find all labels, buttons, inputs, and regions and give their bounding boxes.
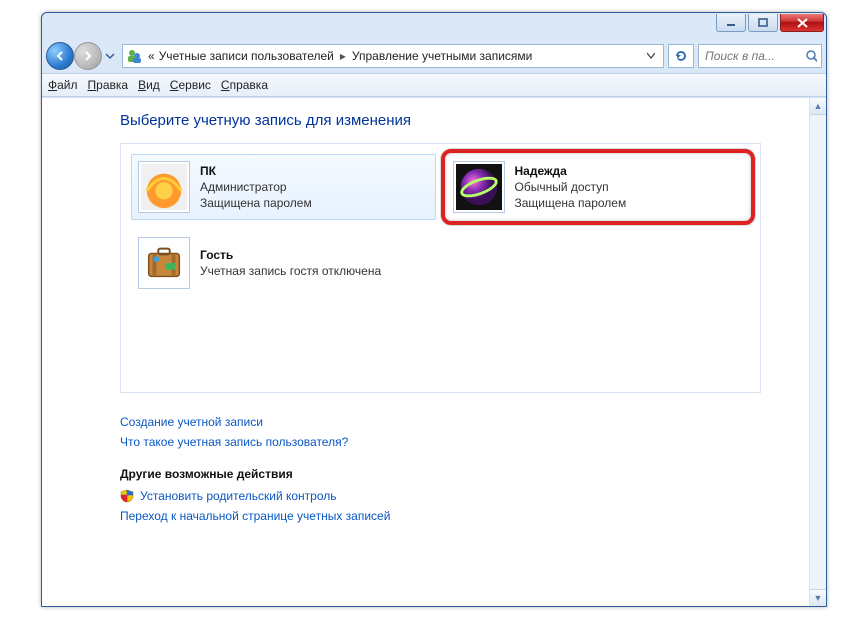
account-role: Администратор bbox=[200, 179, 312, 195]
other-actions-heading: Другие возможные действия bbox=[120, 467, 761, 481]
suitcase-icon bbox=[141, 240, 187, 286]
breadcrumb-seg-2[interactable]: Управление учетными записями bbox=[350, 49, 534, 63]
menu-edit[interactable]: Правка bbox=[88, 78, 129, 92]
scroll-track[interactable] bbox=[810, 115, 826, 589]
search-input[interactable] bbox=[703, 48, 805, 64]
titlebar bbox=[42, 13, 826, 39]
account-item-nadezhda[interactable]: Надежда Обычный доступ Защищена паролем bbox=[446, 154, 751, 220]
link-parental-control[interactable]: Установить родительский контроль bbox=[140, 489, 337, 503]
menu-bar: Файл Правка Вид Сервис Справка bbox=[42, 73, 826, 97]
breadcrumb-prefix: « bbox=[146, 49, 157, 63]
link-what-is-account[interactable]: Что такое учетная запись пользователя? bbox=[120, 435, 761, 449]
back-button[interactable] bbox=[46, 42, 74, 70]
nav-buttons bbox=[46, 42, 118, 70]
sphere-icon bbox=[456, 164, 502, 210]
avatar bbox=[453, 161, 505, 213]
vertical-scrollbar[interactable]: ▲ ▼ bbox=[809, 98, 826, 606]
users-icon bbox=[125, 47, 143, 65]
avatar bbox=[138, 161, 190, 213]
nav-history-dropdown[interactable] bbox=[102, 46, 118, 66]
address-bar[interactable]: « Учетные записи пользователей ▸ Управле… bbox=[122, 44, 664, 68]
account-item-guest[interactable]: Гость Учетная запись гостя отключена bbox=[131, 230, 436, 296]
link-accounts-home[interactable]: Переход к начальной странице учетных зап… bbox=[120, 509, 761, 523]
chevron-down-icon bbox=[647, 52, 655, 60]
content-area: Выберите учетную запись для изменения ПК bbox=[42, 98, 809, 606]
arrow-left-icon bbox=[53, 49, 67, 63]
account-name: ПК bbox=[200, 163, 312, 179]
avatar bbox=[138, 237, 190, 289]
menu-file[interactable]: Файл bbox=[48, 78, 78, 92]
close-button[interactable] bbox=[780, 14, 824, 32]
account-name: Надежда bbox=[515, 163, 627, 179]
flower-icon bbox=[141, 164, 187, 210]
account-role: Учетная запись гостя отключена bbox=[200, 263, 381, 279]
refresh-icon bbox=[674, 49, 688, 63]
page-title: Выберите учетную запись для изменения bbox=[120, 112, 761, 129]
maximize-button[interactable] bbox=[748, 14, 778, 32]
menu-help[interactable]: Справка bbox=[221, 78, 268, 92]
account-status: Защищена паролем bbox=[515, 195, 627, 211]
minimize-button[interactable] bbox=[716, 14, 746, 32]
scroll-down-button[interactable]: ▼ bbox=[810, 589, 826, 606]
account-role: Обычный доступ bbox=[515, 179, 627, 195]
breadcrumb-sep-icon: ▸ bbox=[336, 49, 350, 63]
account-list: ПК Администратор Защищена паролем bbox=[120, 143, 761, 393]
arrow-right-icon bbox=[81, 49, 95, 63]
menu-tools[interactable]: Сервис bbox=[170, 78, 211, 92]
search-icon bbox=[805, 49, 817, 63]
search-box[interactable] bbox=[698, 44, 822, 68]
account-item-pc[interactable]: ПК Администратор Защищена паролем bbox=[131, 154, 436, 220]
address-dropdown[interactable] bbox=[643, 49, 659, 63]
menu-view[interactable]: Вид bbox=[138, 78, 160, 92]
account-status: Защищена паролем bbox=[200, 195, 312, 211]
account-name: Гость bbox=[200, 247, 381, 263]
link-create-account[interactable]: Создание учетной записи bbox=[120, 415, 761, 429]
scroll-up-button[interactable]: ▲ bbox=[810, 98, 826, 115]
shield-icon bbox=[120, 489, 134, 503]
refresh-button[interactable] bbox=[668, 44, 694, 68]
forward-button[interactable] bbox=[74, 42, 102, 70]
chevron-down-icon bbox=[105, 51, 115, 61]
window-frame: « Учетные записи пользователей ▸ Управле… bbox=[41, 12, 827, 607]
breadcrumb-seg-1[interactable]: Учетные записи пользователей bbox=[157, 49, 336, 63]
nav-toolbar: « Учетные записи пользователей ▸ Управле… bbox=[42, 39, 826, 73]
